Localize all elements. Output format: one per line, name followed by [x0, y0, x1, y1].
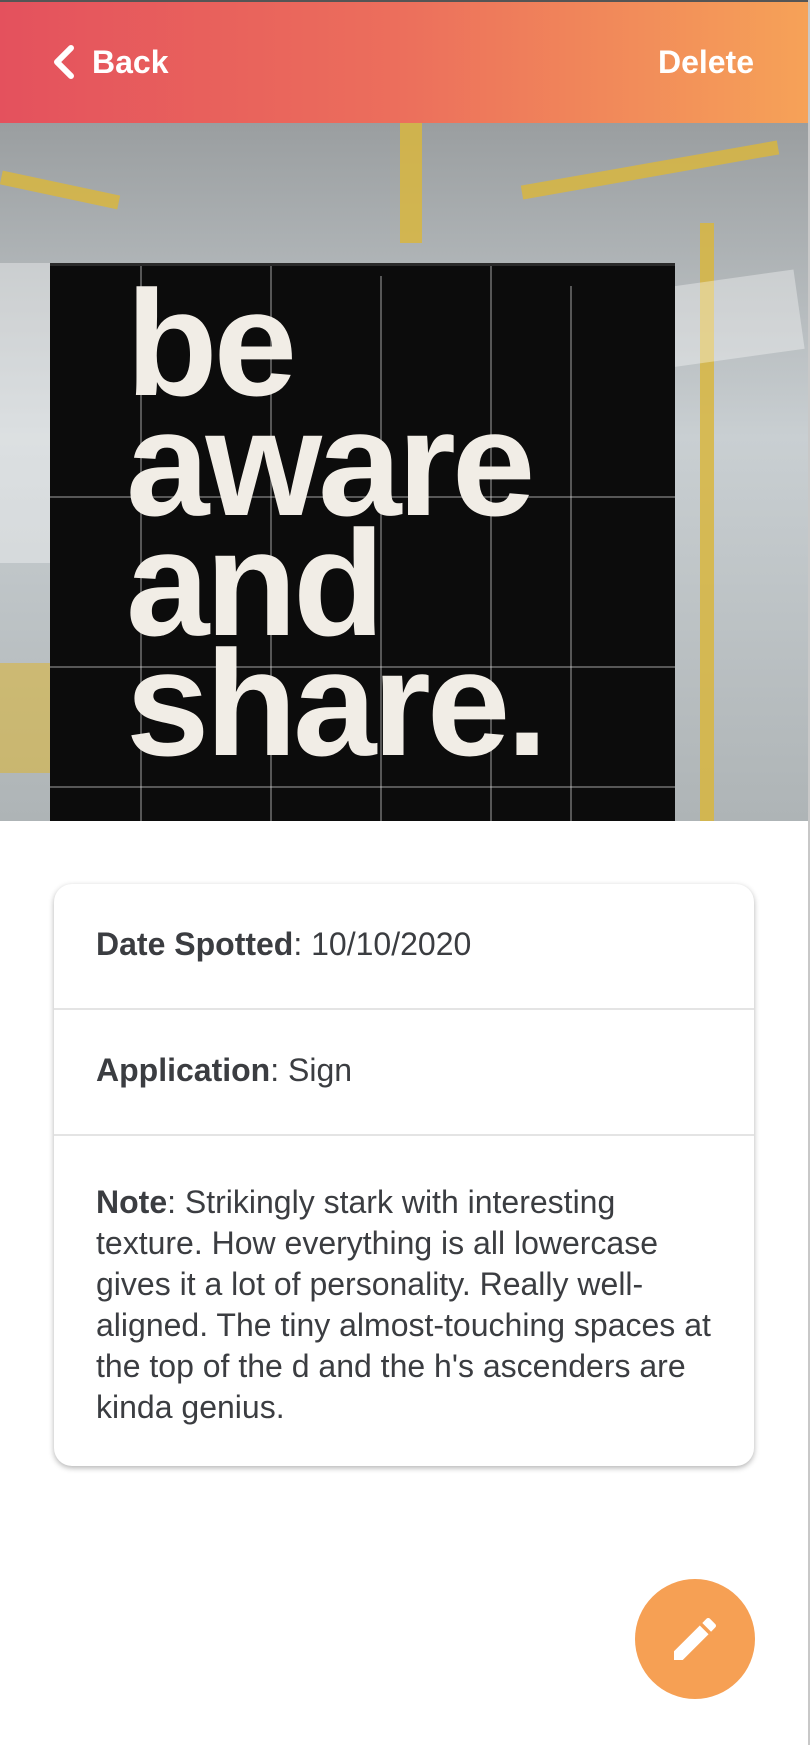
date-spotted-separator: :	[293, 926, 303, 962]
note-row: Note: Strikingly stark with interesting …	[54, 1136, 754, 1428]
back-button[interactable]: Back	[52, 42, 169, 82]
date-spotted-row: Date Spotted: 10/10/2020	[54, 884, 754, 1010]
application-value: Sign	[279, 1052, 353, 1088]
chevron-left-icon	[54, 45, 74, 79]
details-card: Date Spotted: 10/10/2020 Application: Si…	[54, 884, 754, 1466]
poster-lettering: be aware and share.	[126, 268, 666, 787]
app-screen: Back Delete be aware and share. Date Spo…	[0, 0, 810, 1745]
application-label: Application	[96, 1052, 271, 1088]
poster-line: share.	[126, 619, 548, 787]
application-separator: :	[270, 1052, 280, 1088]
top-bar: Back Delete	[0, 0, 808, 123]
date-spotted-value: 10/10/2020	[302, 926, 472, 962]
sign-photo: be aware and share.	[0, 123, 808, 821]
date-spotted-label: Date Spotted	[96, 926, 294, 962]
back-label: Back	[92, 43, 169, 80]
pencil-icon	[674, 1617, 717, 1660]
note-value: Strikingly stark with interesting textur…	[96, 1184, 711, 1425]
edit-button[interactable]	[635, 1579, 755, 1699]
delete-button[interactable]: Delete	[658, 42, 754, 82]
note-label: Note	[96, 1184, 168, 1220]
application-row: Application: Sign	[54, 1010, 754, 1136]
note-separator: :	[167, 1184, 176, 1220]
